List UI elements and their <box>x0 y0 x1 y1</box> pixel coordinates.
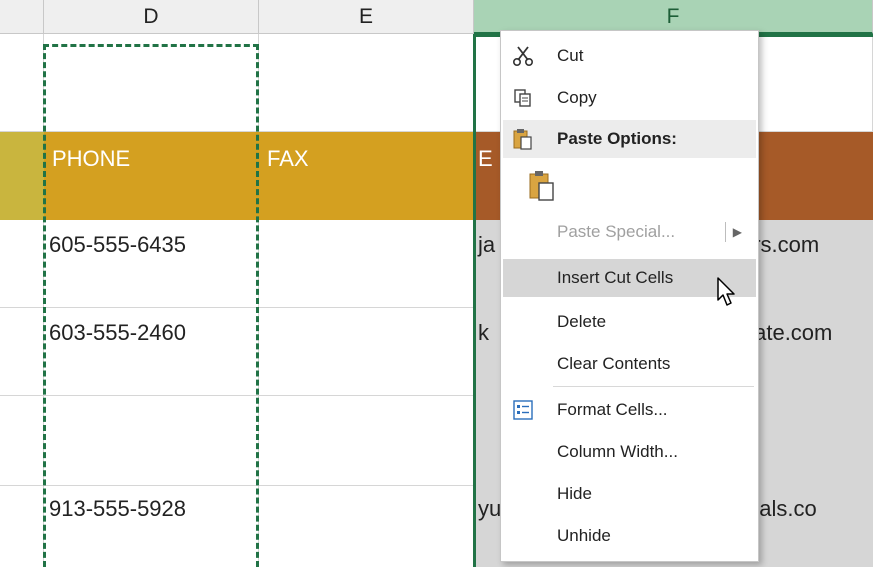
menu-label-hide: Hide <box>557 484 592 503</box>
submenu-divider <box>725 222 726 242</box>
mouse-pointer-icon <box>717 277 735 306</box>
paste-icon[interactable] <box>503 168 581 202</box>
menu-item-hide[interactable]: Hide <box>503 475 756 513</box>
menu-label-insert-cut-cells: Insert Cut Cells <box>557 268 674 287</box>
column-header-e[interactable]: E <box>259 0 474 34</box>
email-row2-left: k <box>478 320 489 345</box>
menu-item-paste[interactable] <box>503 161 756 209</box>
email-row4-left: yu <box>478 496 502 521</box>
menu-item-copy[interactable]: Copy <box>503 79 756 117</box>
menu-label-cut: Cut <box>557 46 584 65</box>
email-row1-left: ja <box>478 232 496 257</box>
menu-label-unhide: Unhide <box>557 526 611 545</box>
cell-fax-row3[interactable] <box>259 396 474 486</box>
menu-label-clear-contents: Clear Contents <box>557 354 671 373</box>
submenu-arrow-icon: ▶ <box>732 225 742 239</box>
cell-phone-row1[interactable]: 605-555-6435 <box>44 220 259 308</box>
menu-item-clear-contents[interactable]: Clear Contents <box>503 345 756 383</box>
column-header-f[interactable]: F <box>474 0 873 34</box>
menu-item-delete[interactable]: Delete <box>503 303 756 341</box>
copy-icon <box>503 87 543 109</box>
menu-item-unhide[interactable]: Unhide <box>503 517 756 555</box>
format-cells-icon <box>503 399 543 421</box>
cell-fax-row4[interactable] <box>259 486 474 567</box>
menu-label-paste-special: Paste Special... <box>557 222 676 241</box>
cell-fax-header[interactable]: FAX <box>259 132 474 220</box>
cell-fax-row2[interactable] <box>259 308 474 396</box>
clipboard-icon <box>503 127 543 151</box>
cell-phone-row3[interactable] <box>44 396 259 486</box>
cell-c1[interactable] <box>0 34 44 132</box>
cell-c-row3[interactable] <box>0 396 44 486</box>
cell-e1[interactable] <box>259 34 474 132</box>
menu-item-paste-special[interactable]: Paste Special... ▶ <box>503 213 756 251</box>
cell-fax-row1[interactable] <box>259 220 474 308</box>
cell-phone-header[interactable]: PHONE <box>44 132 259 220</box>
cell-c-header[interactable] <box>0 132 44 220</box>
cell-c-row1[interactable] <box>0 220 44 308</box>
menu-section-paste-options: Paste Options: <box>503 120 756 158</box>
cell-d1[interactable] <box>44 34 259 132</box>
email-row2-right: tate.com <box>748 320 833 345</box>
column-header-blank[interactable] <box>0 0 44 34</box>
menu-item-column-width[interactable]: Column Width... <box>503 433 756 471</box>
cell-phone-row4[interactable]: 913-555-5928 <box>44 486 259 567</box>
scissors-icon <box>503 45 543 67</box>
menu-label-format-cells: Format Cells... <box>557 400 668 419</box>
cell-phone-row2[interactable]: 603-555-2460 <box>44 308 259 396</box>
menu-item-format-cells[interactable]: Format Cells... <box>503 391 756 429</box>
menu-item-cut[interactable]: Cut <box>503 37 756 75</box>
menu-separator <box>553 386 754 387</box>
cell-c-row4[interactable] <box>0 486 44 567</box>
column-header-d[interactable]: D <box>44 0 259 34</box>
menu-label-copy: Copy <box>557 88 597 107</box>
cell-c-row2[interactable] <box>0 308 44 396</box>
menu-label-paste-options: Paste Options: <box>557 129 677 148</box>
menu-label-delete: Delete <box>557 312 607 331</box>
menu-label-column-width: Column Width... <box>557 442 678 461</box>
